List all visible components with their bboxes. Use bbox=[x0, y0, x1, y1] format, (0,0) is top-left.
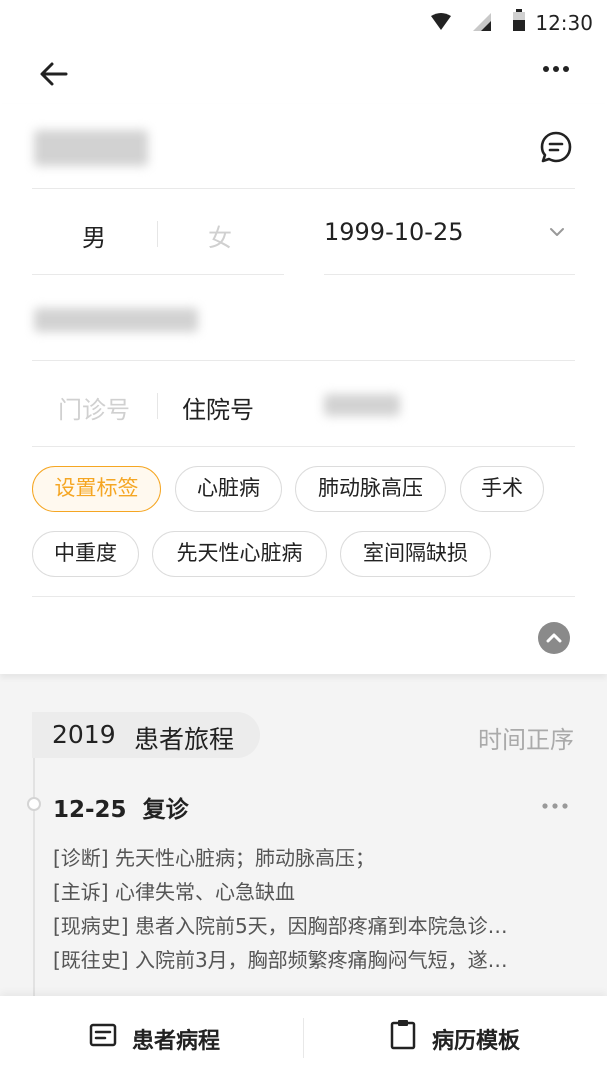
visit-more-icon[interactable] bbox=[541, 802, 569, 810]
patient-name-redacted bbox=[34, 130, 148, 166]
patient-info-card: 男 女 1999-10-25 门诊号 住院号 设置标签 心脏病 肺动脉高压 手术… bbox=[0, 104, 607, 674]
id-number-redacted bbox=[324, 394, 400, 416]
app-bar bbox=[0, 46, 607, 104]
divider bbox=[32, 360, 575, 361]
divider bbox=[324, 274, 575, 275]
tag-chip[interactable]: 肺动脉高压 bbox=[295, 466, 446, 512]
sort-order-toggle[interactable]: 时间正序 bbox=[478, 720, 574, 755]
clipboard-icon bbox=[390, 1020, 416, 1050]
gender-separator bbox=[157, 221, 158, 247]
record-template-tab[interactable]: 病历模板 bbox=[432, 1023, 520, 1055]
collapse-button[interactable] bbox=[538, 622, 570, 654]
timeline-line bbox=[33, 758, 35, 998]
divider bbox=[32, 596, 575, 597]
gender-male-option[interactable]: 男 bbox=[82, 218, 106, 253]
journey-header: 2019 患者旅程 bbox=[32, 712, 260, 758]
course-list-icon bbox=[89, 1023, 117, 1047]
battery-icon bbox=[513, 9, 525, 31]
inpatient-number-option[interactable]: 住院号 bbox=[182, 390, 254, 425]
tag-chip[interactable]: 手术 bbox=[460, 466, 544, 512]
record-chief-complaint: [主诉] 心律失常、心急缺血 bbox=[53, 880, 295, 904]
gender-female-option[interactable]: 女 bbox=[208, 218, 232, 253]
outpatient-number-option[interactable]: 门诊号 bbox=[58, 390, 130, 425]
journey-title: 患者旅程 bbox=[134, 725, 235, 754]
status-time: 12:30 bbox=[535, 11, 593, 35]
divider bbox=[32, 188, 575, 189]
tag-chip[interactable]: 心脏病 bbox=[175, 466, 282, 512]
patient-course-tab[interactable]: 患者病程 bbox=[132, 1023, 220, 1055]
tag-chip[interactable]: 先天性心脏病 bbox=[152, 531, 327, 577]
birth-date-field[interactable]: 1999-10-25 bbox=[324, 218, 463, 246]
bottom-nav: 患者病程 病历模板 bbox=[0, 996, 607, 1080]
tag-chip[interactable]: 中重度 bbox=[32, 531, 139, 577]
tag-chip[interactable]: 室间隔缺损 bbox=[340, 531, 491, 577]
status-bar: 12:30 bbox=[0, 0, 607, 46]
record-past-history: [既往史] 入院前3月，胸部频繁疼痛胸闷气短，遂… bbox=[53, 948, 508, 972]
timeline-dot bbox=[27, 797, 41, 811]
visit-type: 复诊 bbox=[142, 797, 189, 823]
back-arrow-icon[interactable] bbox=[34, 54, 74, 94]
signal-icon bbox=[473, 13, 491, 31]
divider bbox=[32, 446, 575, 447]
visit-title[interactable]: 12-25 复诊 bbox=[53, 790, 189, 824]
visit-date: 12-25 bbox=[53, 797, 127, 823]
wifi-icon bbox=[431, 13, 451, 30]
chevron-down-icon[interactable] bbox=[547, 222, 567, 242]
id-type-separator bbox=[157, 393, 158, 419]
chevron-up-icon bbox=[546, 633, 562, 643]
record-diagnosis: [诊断] 先天性心脏病；肺动脉高压； bbox=[53, 846, 375, 870]
set-tags-button[interactable]: 设置标签 bbox=[32, 466, 161, 512]
bottom-separator bbox=[303, 1018, 304, 1058]
journey-year: 2019 bbox=[52, 720, 116, 749]
divider bbox=[32, 274, 284, 275]
phone-number-redacted bbox=[34, 308, 198, 332]
more-options-icon[interactable] bbox=[541, 62, 571, 76]
message-icon[interactable] bbox=[539, 130, 573, 164]
record-present-illness: [现病史] 患者入院前5天，因胸部疼痛到本院急诊… bbox=[53, 914, 508, 938]
